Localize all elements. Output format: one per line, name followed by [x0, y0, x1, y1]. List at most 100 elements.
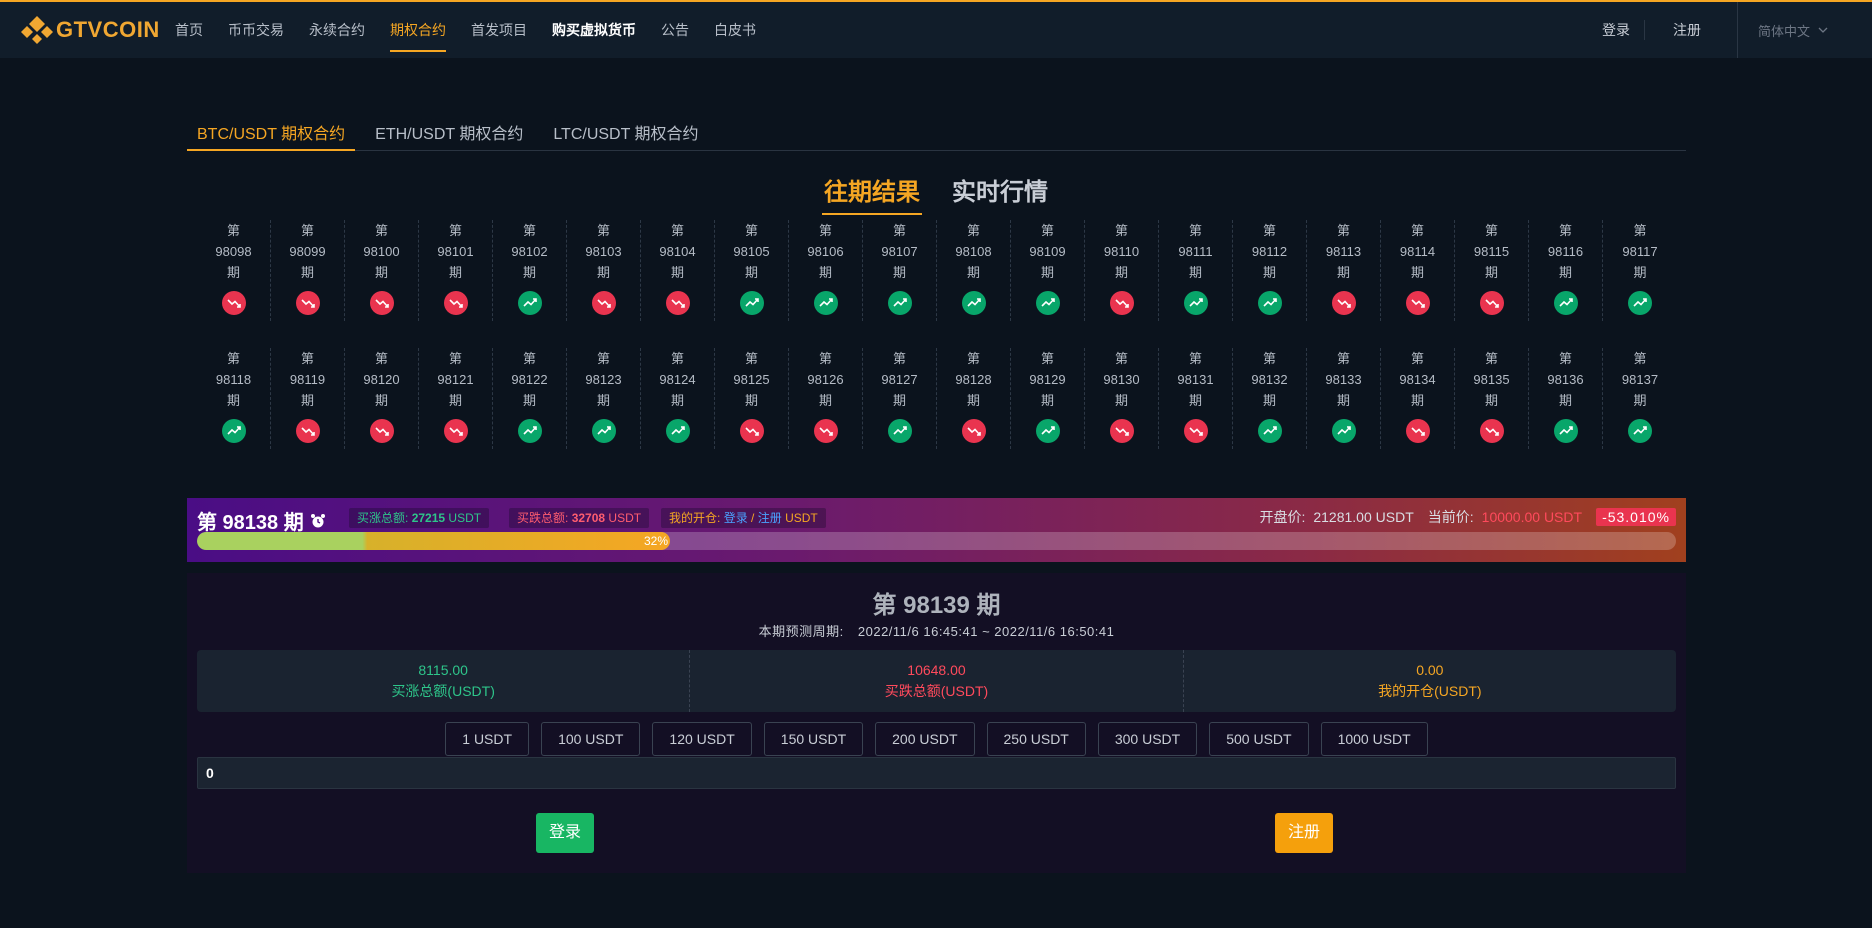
tab-contract[interactable]: ETH/USDT 期权合约 — [365, 112, 533, 151]
nav-item[interactable]: 首页 — [175, 2, 203, 58]
trend-down-icon — [1405, 291, 1430, 315]
period-prefix: 第 — [374, 223, 388, 238]
open-price-label: 开盘价: — [1259, 509, 1306, 525]
logo-icon — [21, 16, 53, 44]
buy-up-unit: USDT — [448, 511, 482, 525]
period-suffix: 期 — [1262, 265, 1276, 280]
chevron-down-icon — [1818, 27, 1828, 33]
buy-up-label: 买涨总额: — [357, 511, 409, 525]
language-select[interactable]: 简体中文 — [1738, 21, 1848, 40]
history-period-cell: 第 98105 期 — [715, 220, 789, 321]
trade-panel: 第 98139 期 本期预测周期: 2022/11/6 16:45:41 ~ 2… — [187, 573, 1686, 873]
trend-up-icon — [1035, 419, 1060, 443]
my-position-register-link[interactable]: 注册 — [758, 511, 782, 525]
period-prefix: 第 — [1410, 351, 1424, 366]
trend-up-icon — [739, 291, 764, 315]
period-suffix: 期 — [1336, 265, 1350, 280]
history-period-cell: 第 98117 期 — [1603, 220, 1677, 321]
header-register-link[interactable]: 注册 — [1645, 20, 1715, 40]
period-number: 98128 — [955, 372, 992, 387]
amount-preset-button[interactable]: 250 USDT — [986, 722, 1086, 756]
period-prefix: 第 — [818, 351, 832, 366]
trend-up-icon — [1257, 419, 1282, 443]
period-suffix: 期 — [522, 265, 536, 280]
totals-summary: 8115.00 买涨总额(USDT) 10648.00 买跌总额(USDT) 0… — [197, 650, 1676, 712]
stat-value: 8115.00 — [418, 662, 468, 678]
period-suffix: 期 — [818, 393, 832, 408]
amount-preset-button[interactable]: 200 USDT — [875, 722, 975, 756]
trend-down-icon — [295, 291, 320, 315]
period-prefix: 第 — [1633, 351, 1647, 366]
history-period-cell: 第 98135 期 — [1455, 348, 1529, 449]
trend-up-icon — [1628, 291, 1652, 315]
trend-down-icon — [1331, 291, 1356, 315]
nav-item[interactable]: 白皮书 — [714, 2, 756, 58]
amount-preset-button[interactable]: 1000 USDT — [1320, 722, 1428, 756]
trend-down-icon — [221, 291, 246, 315]
period-prefix: 第 — [522, 223, 536, 238]
my-position-label: 我的开仓: — [669, 511, 721, 525]
amount-preset-button[interactable]: 100 USDT — [541, 722, 641, 756]
nav-item[interactable]: 购买虚拟货币 — [552, 2, 636, 58]
trend-up-icon — [961, 291, 986, 315]
tab-contract[interactable]: LTC/USDT 期权合约 — [543, 112, 708, 151]
period-suffix: 期 — [1410, 265, 1424, 280]
tab-contract[interactable]: BTC/USDT 期权合约 — [187, 112, 356, 151]
current-period-title: 第 98138 期 — [197, 506, 326, 535]
buy-up-total-badge: 买涨总额: 27215 USDT — [349, 508, 490, 528]
period-prefix: 第 — [1410, 223, 1424, 238]
history-row: 第 98118 期 第 98119 期 第 98120 期 第 98121 期 第 98122 期 第 9812… — [197, 348, 1687, 449]
tab-live-market[interactable]: 实时行情 — [950, 172, 1050, 215]
amount-preset-button[interactable]: 1 USDT — [445, 722, 530, 756]
history-period-cell: 第 98103 期 — [567, 220, 641, 321]
header-login-link[interactable]: 登录 — [1588, 20, 1644, 40]
period-number: 98103 — [585, 244, 622, 259]
buy-down-total-stat: 10648.00 买跌总额(USDT) — [690, 650, 1184, 712]
nav-item[interactable]: 币币交易 — [228, 2, 284, 58]
amount-input[interactable] — [197, 757, 1676, 789]
period-suffix: 期 — [596, 265, 610, 280]
trend-down-icon — [443, 291, 468, 315]
period-suffix: 期 — [1040, 393, 1054, 408]
amount-preset-button[interactable]: 500 USDT — [1209, 722, 1309, 756]
period-number: 98137 — [1621, 372, 1659, 387]
current-period-label: 第 98138 期 — [197, 512, 304, 534]
period-prefix: 第 — [892, 351, 906, 366]
nav-item[interactable]: 期权合约 — [390, 2, 446, 58]
trend-up-icon — [1257, 291, 1282, 315]
trend-down-icon — [1109, 291, 1134, 315]
history-period-cell: 第 98100 期 — [345, 220, 419, 321]
period-suffix: 期 — [1558, 265, 1572, 280]
history-period-cell: 第 98127 期 — [863, 348, 937, 449]
period-number: 98105 — [733, 244, 770, 259]
period-prefix: 第 — [744, 223, 758, 238]
period-prefix: 第 — [1262, 223, 1276, 238]
period-prefix: 第 — [300, 351, 314, 366]
register-button[interactable]: 注册 — [1275, 813, 1334, 853]
trend-down-icon — [665, 291, 690, 315]
trend-down-icon — [1183, 419, 1208, 443]
history-period-cell: 第 98134 期 — [1381, 348, 1455, 449]
amount-preset-button[interactable]: 150 USDT — [763, 722, 864, 756]
trend-down-icon — [295, 419, 320, 443]
period-suffix: 期 — [1336, 393, 1350, 408]
period-number: 98125 — [733, 372, 770, 387]
history-period-cell: 第 98114 期 — [1381, 220, 1455, 321]
amount-preset-button[interactable]: 120 USDT — [652, 722, 752, 756]
buy-down-unit: USDT — [608, 511, 642, 525]
trend-down-icon — [1405, 419, 1430, 443]
period-prefix: 第 — [744, 351, 758, 366]
logo[interactable]: GTVCOIN — [20, 14, 160, 46]
tab-past-results[interactable]: 往期结果 — [822, 172, 922, 215]
my-position-login-link[interactable]: 登录 — [724, 511, 748, 525]
nav-item[interactable]: 永续合约 — [309, 2, 365, 58]
amount-preset-button[interactable]: 300 USDT — [1097, 722, 1198, 756]
history-period-cell: 第 98124 期 — [641, 348, 715, 449]
period-suffix: 期 — [1262, 393, 1276, 408]
login-button[interactable]: 登录 — [536, 813, 595, 853]
nav-item[interactable]: 公告 — [661, 2, 689, 58]
nav-item[interactable]: 首发项目 — [471, 2, 527, 58]
trend-up-icon — [221, 419, 246, 443]
period-suffix: 期 — [448, 265, 462, 280]
history-period-cell: 第 98108 期 — [937, 220, 1011, 321]
